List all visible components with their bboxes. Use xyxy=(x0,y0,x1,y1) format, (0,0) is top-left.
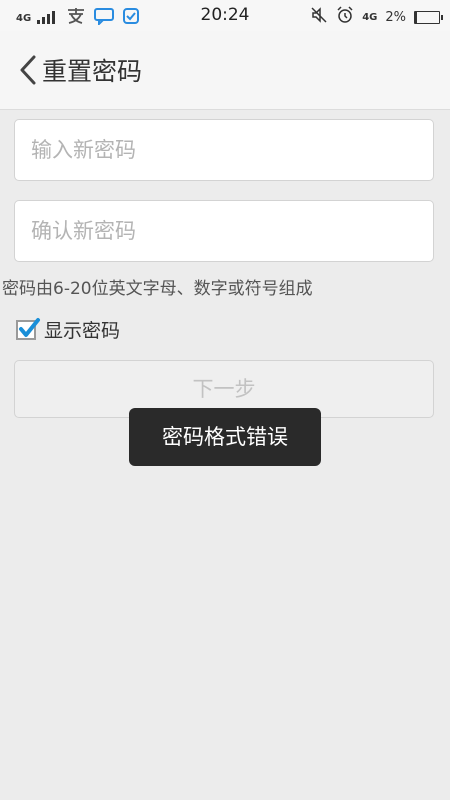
status-bar-right: 4G 2% xyxy=(310,6,443,28)
new-password-field[interactable] xyxy=(14,119,434,181)
error-toast: 密码格式错误 xyxy=(129,408,321,466)
back-button[interactable] xyxy=(14,51,42,89)
battery-percent: 2% xyxy=(385,9,406,25)
confirm-password-input[interactable] xyxy=(15,201,433,261)
page-title: 重置密码 xyxy=(42,57,143,86)
battery-icon xyxy=(414,10,443,24)
checkmark-icon xyxy=(19,317,40,337)
header-bar: 重置密码 xyxy=(0,31,450,110)
status-bar: 4G 20:24 4G 2% xyxy=(0,0,450,31)
confirm-password-field[interactable] xyxy=(14,200,434,262)
show-password-toggle[interactable]: 显示密码 xyxy=(16,316,120,343)
new-password-input[interactable] xyxy=(15,120,433,180)
chevron-left-icon xyxy=(20,55,36,85)
show-password-label: 显示密码 xyxy=(44,320,121,342)
network-type-right: 4G xyxy=(362,11,378,23)
alarm-icon xyxy=(336,6,354,28)
show-password-checkbox[interactable] xyxy=(16,317,40,340)
mute-icon xyxy=(310,6,328,28)
password-rule-hint: 密码由6-20位英文字母、数字或符号组成 xyxy=(2,279,313,299)
